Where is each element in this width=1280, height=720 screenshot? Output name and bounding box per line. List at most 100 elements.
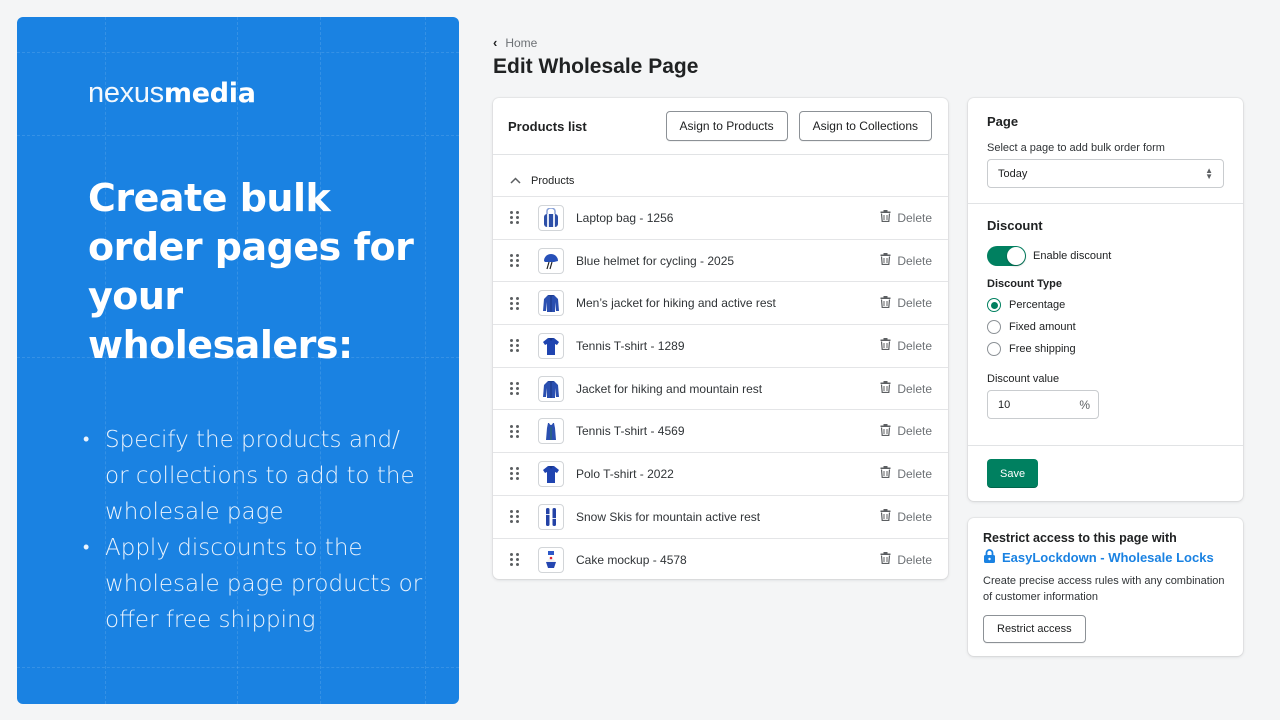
discount-type-fixed-amount[interactable]: Fixed amount <box>987 320 1224 334</box>
drag-handle-icon[interactable] <box>510 424 520 438</box>
trash-icon <box>880 509 891 524</box>
product-row: Blue helmet for cycling - 2025 Delete <box>493 240 948 283</box>
assign-collections-button[interactable]: Asign to Collections <box>798 111 932 141</box>
radio-button[interactable] <box>987 320 1001 334</box>
restrict-access-button[interactable]: Restrict access <box>983 615 1086 643</box>
discount-type-percentage[interactable]: Percentage <box>987 298 1224 312</box>
drag-handle-icon[interactable] <box>510 254 520 268</box>
brand-logo: nexusmedia <box>88 77 256 110</box>
delete-label: Delete <box>897 253 932 268</box>
radio-button[interactable] <box>987 342 1001 356</box>
delete-label: Delete <box>897 552 932 567</box>
promo-bullets: Specify the products and/ or collections… <box>83 422 423 638</box>
product-name: Blue helmet for cycling - 2025 <box>576 253 735 268</box>
promo-panel: nexusmedia Create bulk order pages for y… <box>17 17 459 704</box>
discount-heading: Discount <box>987 218 1043 233</box>
tshirt-icon <box>538 460 564 487</box>
product-name: Tennis T-shirt - 4569 <box>576 424 685 439</box>
delete-button[interactable]: Delete <box>880 253 932 268</box>
page-select-label: Select a page to add bulk order form <box>987 142 1165 154</box>
product-name: Cake mockup - 4578 <box>576 552 687 567</box>
radio-label: Free shipping <box>1009 343 1076 355</box>
settings-card: Page Select a page to add bulk order for… <box>968 98 1243 501</box>
percent-suffix: % <box>1079 397 1090 412</box>
product-row: Cake mockup - 4578 Delete <box>493 539 948 582</box>
restrict-description: Create precise access rules with any com… <box>983 575 1225 603</box>
page-title: Edit Wholesale Page <box>493 55 699 78</box>
jacket-icon <box>538 290 564 317</box>
trash-icon <box>880 210 891 225</box>
delete-button[interactable]: Delete <box>880 423 932 439</box>
products-section-toggle[interactable]: Products <box>493 155 948 197</box>
drag-handle-icon[interactable] <box>510 553 520 567</box>
chevron-left-icon: ‹ <box>493 35 498 50</box>
jacket-icon <box>538 375 564 402</box>
enable-discount-label: Enable discount <box>1033 250 1112 262</box>
radio-label: Percentage <box>1009 299 1066 311</box>
product-row: Jacket for hiking and mountain rest Delet… <box>493 368 948 411</box>
drag-handle-icon[interactable] <box>510 339 520 353</box>
lock-icon <box>983 549 996 566</box>
product-name: Jacket for hiking and mountain rest <box>576 381 763 396</box>
delete-button[interactable]: Delete <box>880 552 932 567</box>
discount-section: Discount Enable discount Discount Type P… <box>968 204 1243 446</box>
product-row: Snow Skis for mountain active rest Delete <box>493 496 948 539</box>
select-arrows-icon: ▲ ▼ <box>1205 165 1213 181</box>
grid-line <box>17 135 459 136</box>
product-row: Tennis T-shirt - 4569 Delete <box>493 410 948 454</box>
promo-bullet: Specify the products and/ or collections… <box>83 422 423 530</box>
product-rows: Laptop bag - 1256 Delete Blue helmet for c… <box>493 197 948 581</box>
product-name: Tennis T-shirt - 1289 <box>576 338 685 353</box>
product-name: Laptop bag - 1256 <box>576 210 674 225</box>
delete-button[interactable]: Delete <box>880 466 932 481</box>
delete-button[interactable]: Delete <box>880 210 932 225</box>
restrict-access-card: Restrict access to this page with EasyLo… <box>968 518 1243 656</box>
product-row: Laptop bag - 1256 Delete <box>493 197 948 240</box>
product-row: Men’s jacket for hiking and active rest D… <box>493 282 948 326</box>
products-list-card: Products list Asign to Products Asign to… <box>493 98 948 579</box>
delete-label: Delete <box>897 381 932 396</box>
trash-icon <box>880 552 891 567</box>
breadcrumb[interactable]: ‹ Home <box>493 35 537 50</box>
trash-icon <box>880 338 891 353</box>
product-row: Tennis T-shirt - 1289 Delete <box>493 325 948 368</box>
enable-discount-toggle[interactable] <box>987 246 1026 266</box>
discount-value-label: Discount value <box>987 373 1060 385</box>
easylockdown-link-label[interactable]: EasyLockdown - Wholesale Locks <box>1002 550 1214 565</box>
bag-icon <box>538 204 564 231</box>
trash-icon <box>880 381 891 396</box>
delete-button[interactable]: Delete <box>880 295 932 311</box>
breadcrumb-home[interactable]: Home <box>505 36 537 50</box>
save-section: Save <box>968 446 1243 501</box>
delete-button[interactable]: Delete <box>880 509 932 524</box>
logo-bold: media <box>163 78 256 109</box>
drag-handle-icon[interactable] <box>510 211 520 225</box>
drag-handle-icon[interactable] <box>510 296 520 310</box>
skis-icon <box>538 503 564 530</box>
promo-bullet: Apply discounts to the wholesale page pr… <box>83 530 423 638</box>
chevron-up-icon <box>510 175 521 187</box>
radio-button[interactable] <box>987 298 1001 312</box>
products-list-title: Products list <box>508 118 587 134</box>
drag-handle-icon[interactable] <box>510 467 520 481</box>
grid-line <box>17 52 459 53</box>
drag-handle-icon[interactable] <box>510 510 520 524</box>
page-section: Page Select a page to add bulk order for… <box>968 98 1243 204</box>
delete-label: Delete <box>897 338 932 353</box>
delete-button[interactable]: Delete <box>880 381 932 396</box>
easylockdown-link[interactable]: EasyLockdown - Wholesale Locks <box>983 549 1228 566</box>
delete-label: Delete <box>897 296 932 311</box>
page-select[interactable]: Today ▲ ▼ <box>987 159 1224 188</box>
discount-type-heading: Discount Type <box>987 278 1062 290</box>
trash-icon <box>880 253 891 268</box>
drag-handle-icon[interactable] <box>510 382 520 396</box>
trash-icon <box>880 466 891 481</box>
discount-value-field[interactable]: % <box>987 390 1099 419</box>
discount-value-input[interactable] <box>998 398 1080 411</box>
assign-products-button[interactable]: Asign to Products <box>665 111 788 141</box>
delete-label: Delete <box>897 509 932 524</box>
discount-type-free-shipping[interactable]: Free shipping <box>987 342 1224 356</box>
save-button[interactable]: Save <box>987 459 1039 488</box>
delete-button[interactable]: Delete <box>880 338 932 353</box>
delete-label: Delete <box>897 210 932 225</box>
